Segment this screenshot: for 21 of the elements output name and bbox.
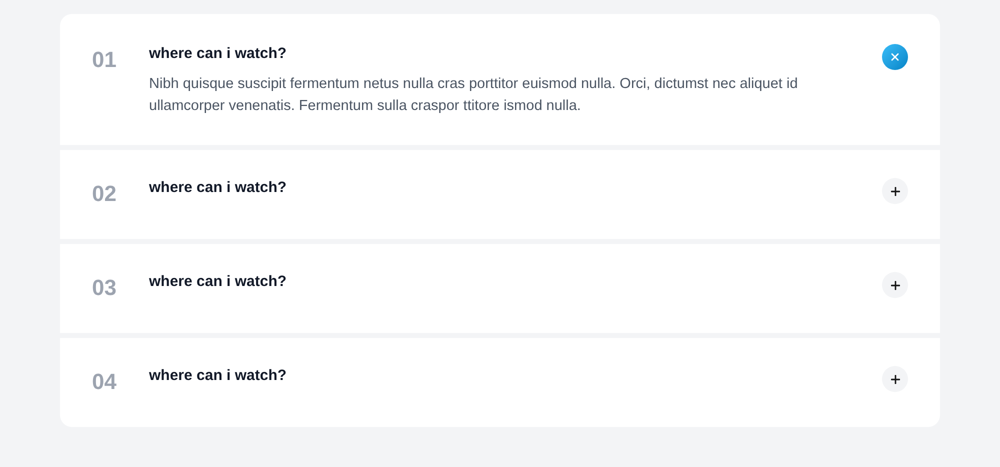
item-number: 02 bbox=[92, 181, 118, 207]
plus-icon bbox=[890, 280, 900, 290]
close-icon bbox=[891, 53, 899, 61]
faq-item[interactable]: 04 where can i watch? bbox=[60, 338, 940, 427]
item-number: 03 bbox=[92, 275, 118, 301]
plus-icon bbox=[890, 186, 900, 196]
faq-item[interactable]: 02 where can i watch? bbox=[60, 150, 940, 239]
toggle-button[interactable] bbox=[882, 178, 908, 204]
question: where can i watch? bbox=[149, 366, 288, 386]
toggle-button[interactable] bbox=[882, 272, 908, 298]
faq-item[interactable]: 03 where can i watch? bbox=[60, 244, 940, 333]
question: where can i watch? bbox=[149, 178, 288, 198]
question: where can i watch? bbox=[149, 272, 288, 292]
item-number: 04 bbox=[92, 369, 118, 395]
answer: Nibh quisque suscipit fermentum netus nulla cras porttitor euismod nulla. Orci, dictumst nec aliquet id ullamcorper venenatis. Fermentum sulla craspor ttitore ismod nulla. bbox=[149, 75, 799, 116]
toggle-button[interactable] bbox=[882, 44, 908, 70]
faq-item[interactable]: 01 where can i watch? Nibh quisque suscipit fermentum netus nulla cras porttitor euismod nulla. Orci, dictumst nec aliquet id ullamcorper venenatis. Fermentum sulla craspor ttitore ismod nulla. bbox=[60, 14, 940, 145]
toggle-button[interactable] bbox=[882, 366, 908, 392]
item-number: 01 bbox=[92, 47, 118, 73]
plus-icon bbox=[890, 374, 900, 384]
question: where can i watch? bbox=[149, 44, 288, 64]
